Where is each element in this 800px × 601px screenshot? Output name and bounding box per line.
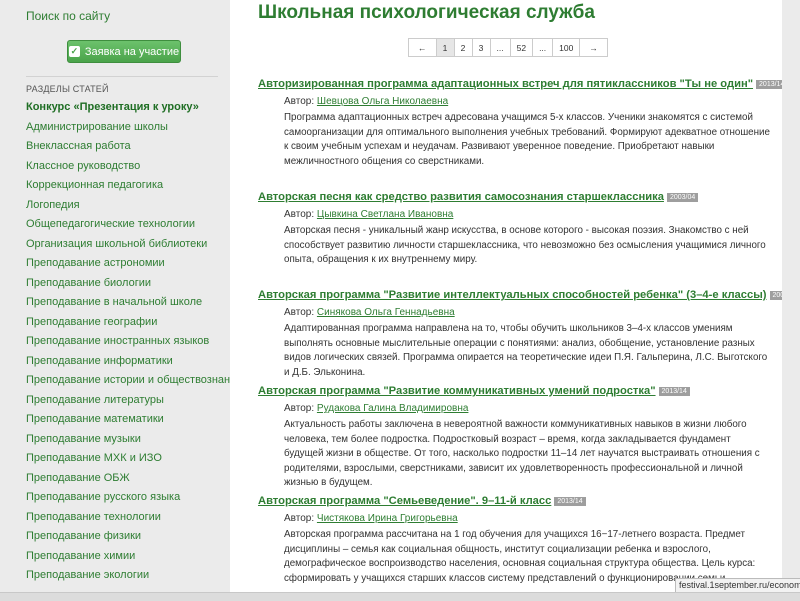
sidebar-item[interactable]: Конкурс «Презентация к уроку» (26, 100, 230, 120)
article-item: Авторская программа "Семьеведение". 9–11… (258, 495, 773, 586)
article-date-badge: 2013/14 (756, 79, 782, 89)
page-link[interactable]: 1 (435, 38, 455, 57)
sidebar-item[interactable]: Преподавание технологии (26, 510, 230, 530)
sidebar-item[interactable]: Преподавание русского языка (26, 490, 230, 510)
article-author: Автор: Чистякова Ирина Григорьевна (258, 513, 773, 524)
article-title[interactable]: Авторская программа "Развитие интеллекту… (258, 289, 782, 301)
sidebar-item[interactable]: Организация школьной библиотеки (26, 237, 230, 257)
author-label: Автор: (284, 96, 315, 107)
next-page-button[interactable]: → (579, 38, 608, 57)
main-content: Школьная психологическая служба ← 1 2 3... 5… (230, 0, 782, 592)
apply-button-label: Заявка на участие (84, 45, 180, 58)
page-link[interactable]: 100 (552, 38, 581, 57)
sidebar-item[interactable]: Преподавание музыки (26, 432, 230, 452)
author-label: Автор: (284, 307, 315, 318)
article-date-badge: 2003/04 (666, 192, 699, 202)
article-title-text[interactable]: Авторская программа "Семьеведение". 9–11… (258, 495, 551, 507)
article-date-badge: 2013/14 (554, 496, 586, 506)
page-title: Школьная психологическая служба (258, 2, 595, 23)
sidebar-item[interactable]: Администрирование школы (26, 120, 230, 140)
sidebar-item[interactable]: Преподавание информатики (26, 354, 230, 374)
sidebar-item[interactable]: Преподавание литературы (26, 393, 230, 413)
article-author: Автор: Синякова Ольга Геннадьевна (258, 307, 773, 318)
search-link[interactable]: Поиск по сайту (26, 9, 110, 23)
article-description: Программа адаптационных встреч адресован… (284, 112, 770, 167)
sidebar-item[interactable]: Классное руководство (26, 159, 230, 179)
author-label: Автор: (284, 513, 315, 524)
sidebar-item[interactable]: Преподавание математики (26, 412, 230, 432)
article-author: Автор: Шевцова Ольга Николаевна (258, 96, 773, 107)
sidebar-item[interactable]: Общепедагогические технологии (26, 217, 230, 237)
sidebar-item[interactable]: Преподавание физики (26, 529, 230, 549)
sidebar-item[interactable]: Преподавание географии (26, 315, 230, 335)
checkmark-icon: ✓ (68, 46, 80, 57)
article-author: Автор: Цывкина Светлана Ивановна (258, 209, 773, 220)
article-title-text[interactable]: Авторская программа "Развитие интеллекту… (258, 289, 767, 301)
article-author: Автор: Рудакова Галина Владимировна (258, 403, 773, 414)
author-name-link[interactable]: Чистякова Ирина Григорьевна (317, 513, 458, 524)
article-item: Авторская песня как средство развития са… (258, 191, 773, 268)
author-label: Автор: (284, 209, 315, 220)
sidebar-divider (26, 76, 218, 77)
article-description: Авторская песня - уникальный жанр искусс… (284, 225, 766, 266)
sidebar-item[interactable]: Преподавание МХК и ИЗО (26, 451, 230, 471)
author-name-link[interactable]: Шевцова Ольга Николаевна (317, 96, 448, 107)
article-date-badge: 2009/10 (769, 290, 782, 300)
page-ellipsis: ... (489, 38, 511, 57)
article-date-badge: 2013/14 (658, 386, 690, 396)
article-title[interactable]: Авторская программа "Развитие коммуникат… (258, 385, 773, 397)
sidebar-item[interactable]: Преподавание экологии (26, 568, 230, 588)
sidebar: Поиск по сайту ✓ Заявка на участие РАЗДЕ… (0, 0, 230, 592)
sections-list: Конкурс «Презентация к уроку» Администрир… (26, 100, 230, 588)
author-name-link[interactable]: Рудакова Галина Владимировна (317, 403, 469, 414)
article-item: Авторизированная программа адаптационных… (258, 78, 782, 169)
author-name-link[interactable]: Синякова Ольга Геннадьевна (317, 307, 455, 318)
sidebar-item[interactable]: Преподавание ОБЖ (26, 471, 230, 491)
sidebar-item[interactable]: Преподавание иностранных языков (26, 334, 230, 354)
page-link[interactable]: 52 (509, 38, 534, 57)
article-description: Адаптированная программа направлена на т… (284, 323, 768, 378)
article-title[interactable]: Авторская песня как средство развития са… (258, 191, 773, 203)
sidebar-item[interactable]: Коррекционная педагогика (26, 178, 230, 198)
sections-heading: РАЗДЕЛЫ СТАТЕЙ (26, 84, 109, 94)
sidebar-item[interactable]: Преподавание астрономии (26, 256, 230, 276)
prev-page-button[interactable]: ← (408, 38, 437, 57)
page-link[interactable]: 2 (453, 38, 473, 57)
author-name-link[interactable]: Цывкина Светлана Ивановна (317, 209, 453, 220)
article-title-text[interactable]: Авторская программа "Развитие коммуникат… (258, 385, 656, 397)
article-description: Актуальность работы заключена в невероят… (284, 419, 760, 489)
sidebar-item[interactable]: Преподавание в начальной школе (26, 295, 230, 315)
page-ellipsis: ... (532, 38, 554, 57)
page-link[interactable]: 3 (471, 38, 491, 57)
article-item: Авторская программа "Развитие интеллекту… (258, 289, 782, 380)
article-title[interactable]: Авторизированная программа адаптационных… (258, 78, 782, 90)
article-title-text[interactable]: Авторизированная программа адаптационных… (258, 78, 753, 90)
author-label: Автор: (284, 403, 315, 414)
sidebar-item[interactable]: Внеклассная работа (26, 139, 230, 159)
sidebar-item[interactable]: Преподавание истории и обществознания (26, 373, 230, 393)
article-title-text[interactable]: Авторская песня как средство развития са… (258, 191, 664, 203)
article-title[interactable]: Авторская программа "Семьеведение". 9–11… (258, 495, 773, 507)
sidebar-item[interactable]: Преподавание химии (26, 549, 230, 569)
apply-button[interactable]: ✓ Заявка на участие (67, 40, 181, 63)
sidebar-item[interactable]: Преподавание биологии (26, 276, 230, 296)
right-margin (782, 0, 800, 592)
pagination: ← 1 2 3... 52... 100 → (408, 38, 608, 57)
sidebar-item[interactable]: Логопедия (26, 198, 230, 218)
article-item: Авторская программа "Развитие коммуникат… (258, 385, 773, 491)
